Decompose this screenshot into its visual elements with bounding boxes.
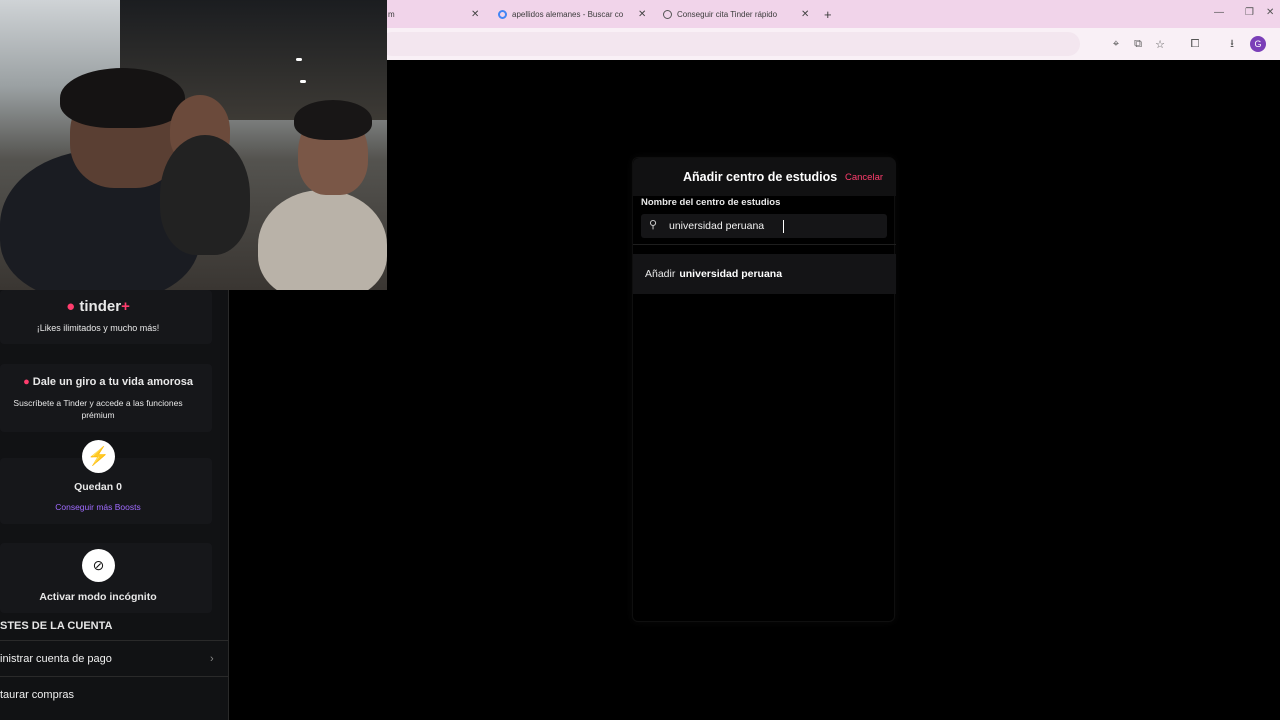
incognito-label: Activar modo incógnito — [39, 591, 157, 603]
text-cursor — [783, 220, 784, 233]
boosts-remaining: Quedan 0 — [74, 481, 122, 493]
suggestion-prefix: Añadir — [645, 268, 676, 280]
tinder-plus-logo: ● tinder+ — [0, 298, 196, 315]
lightning-icon: ⚡ — [82, 440, 115, 473]
flame-icon: ● — [23, 376, 30, 388]
close-tab-icon[interactable]: ✕ — [471, 9, 479, 20]
account-sidebar: ● tinder+ ¡Likes ilimitados y mucho más!… — [0, 290, 229, 720]
webcam-light — [300, 80, 306, 83]
boosts-card: ⚡ Quedan 0 Conseguir más Boosts — [0, 440, 212, 524]
webcam-overlay — [0, 0, 387, 290]
suggestion-value: universidad peruana — [679, 268, 783, 280]
row-label: inistrar cuenta de pago — [0, 652, 112, 665]
download-icon[interactable]: ⭳ — [1224, 36, 1240, 52]
webcam-person-hair — [60, 68, 185, 128]
webcam-light — [296, 58, 302, 61]
extensions-icon[interactable]: ⧠ — [1187, 36, 1203, 52]
tab-title: m — [388, 9, 395, 19]
browser-tab[interactable]: m ✕ — [388, 0, 479, 28]
install-app-icon[interactable]: ⧉ — [1130, 36, 1146, 52]
tab-title: apellidos alemanes - Buscar co — [512, 9, 624, 19]
get-more-boosts-link[interactable]: Conseguir más Boosts — [0, 502, 196, 512]
modal-header: Añadir centro de estudios Cancelar — [633, 158, 896, 196]
row-label: taurar compras — [0, 688, 74, 701]
cancel-button[interactable]: Cancelar — [845, 172, 883, 183]
tinder-plus-card[interactable]: ● tinder+ ¡Likes ilimitados y mucho más! — [0, 290, 212, 344]
modal-title: Añadir centro de estudios — [683, 170, 838, 184]
chevron-right-icon: › — [210, 652, 214, 665]
promo-title: Dale un giro a tu vida amorosa — [32, 376, 193, 388]
manage-payment-row[interactable]: inistrar cuenta de pago › — [0, 640, 228, 676]
promo-text: Suscríbete a Tinder y accede a las funci… — [13, 398, 183, 420]
tinder-plus-subtitle: ¡Likes ilimitados y mucho más! — [36, 323, 160, 333]
bookmark-star-icon[interactable]: ☆ — [1152, 36, 1168, 52]
profile-avatar[interactable]: G — [1250, 36, 1266, 52]
restore-icon[interactable]: ❐ — [1245, 7, 1254, 18]
divider — [633, 244, 896, 245]
close-tab-icon[interactable]: ✕ — [801, 9, 809, 20]
promo-title-row: ● Dale un giro a tu vida amorosa — [8, 376, 208, 388]
promo-card[interactable]: ● Dale un giro a tu vida amorosa Suscríb… — [0, 364, 212, 432]
add-school-modal: Añadir centro de estudios Cancelar Nombr… — [632, 157, 896, 622]
location-icon[interactable]: ⌖ — [1108, 36, 1124, 52]
plus-mark: + — [121, 298, 130, 315]
restore-purchases-row[interactable]: taurar compras — [0, 676, 228, 712]
minimize-icon[interactable]: — — [1214, 7, 1224, 18]
school-name-label: Nombre del centro de estudios — [641, 197, 781, 208]
add-suggestion-item[interactable]: Añadir universidad peruana — [633, 254, 896, 294]
school-search-field[interactable]: ⚲ — [641, 214, 887, 238]
incognito-card[interactable]: ⊘ Activar modo incógnito — [0, 543, 212, 613]
google-icon — [498, 9, 507, 19]
school-search-input[interactable] — [669, 217, 869, 235]
globe-icon — [663, 9, 672, 19]
flame-icon: ● — [66, 298, 76, 315]
webcam-person — [258, 190, 387, 290]
eye-slash-icon: ⊘ — [82, 549, 115, 582]
address-bar[interactable] — [380, 32, 1080, 56]
webcam-person — [160, 135, 250, 255]
tinder-logo-text: tinder — [79, 298, 122, 315]
tab-title: Conseguir cita Tinder rápido — [677, 9, 778, 19]
close-tab-icon[interactable]: ✕ — [638, 9, 646, 20]
search-icon: ⚲ — [649, 219, 658, 231]
browser-tab[interactable]: apellidos alemanes - Buscar co ✕ — [498, 0, 658, 28]
new-tab-button[interactable]: + — [824, 0, 832, 28]
account-settings-header: STES DE LA CUENTA — [0, 620, 113, 632]
webcam-person-hair — [294, 100, 372, 140]
browser-tab[interactable]: Conseguir cita Tinder rápido ✕ — [663, 0, 823, 28]
close-window-icon[interactable]: ✕ — [1266, 7, 1274, 18]
